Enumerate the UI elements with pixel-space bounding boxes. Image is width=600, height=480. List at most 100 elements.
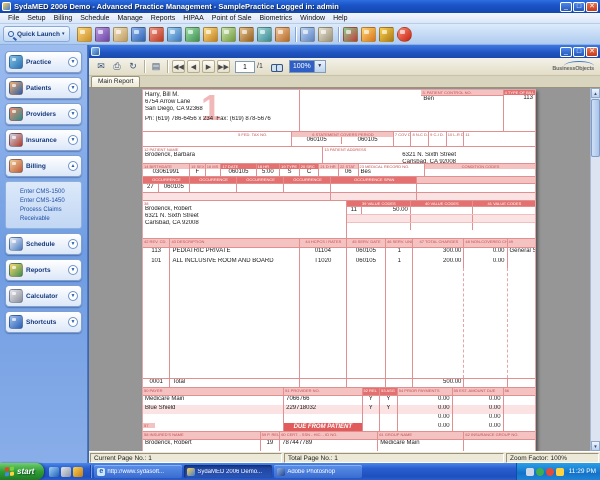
sidebar-item-reports[interactable]: Reports ▼ — [5, 259, 82, 281]
menu-manage[interactable]: Manage — [113, 15, 146, 22]
sidebar-item-patients[interactable]: Patients ▼ — [5, 77, 82, 99]
refresh-icon[interactable]: ↻ — [126, 60, 140, 74]
chevron-up-icon[interactable]: ▲ — [68, 161, 78, 171]
export-icon[interactable]: ✉ — [94, 60, 108, 74]
report-minimize-button[interactable]: _ — [560, 47, 572, 57]
chevron-down-icon[interactable]: ▼ — [68, 265, 78, 275]
sidebar-item-calculator[interactable]: Calculator ▼ — [5, 285, 82, 307]
occurrence-band: OCCURRENCE OCCURRENCE OCCURRENCE OCCURRE… — [143, 177, 535, 184]
task-button-photoshop[interactable]: Adobe Photoshop — [274, 465, 362, 478]
reports-icon[interactable] — [300, 27, 315, 42]
zoom-dropdown-arrow[interactable]: ▼ — [314, 61, 325, 72]
next-page-button[interactable]: ▶ — [202, 60, 215, 73]
quick-launch-show-desktop-icon[interactable] — [61, 467, 71, 477]
sidebar-item-receivable[interactable]: Receivable — [20, 216, 81, 222]
quick-launch-media-icon[interactable] — [73, 467, 83, 477]
close-button[interactable]: ✕ — [586, 2, 598, 12]
sidebar-item-insurance[interactable]: Insurance ▼ — [5, 129, 82, 151]
chevron-down-icon[interactable]: ▼ — [68, 57, 78, 67]
start-button[interactable]: start — [0, 463, 44, 480]
menu-hipaa[interactable]: HIPAA — [179, 15, 208, 22]
scheduler-icon[interactable] — [318, 27, 333, 42]
previous-page-button[interactable]: ◀ — [187, 60, 200, 73]
quick-launch-ie-icon[interactable] — [49, 467, 59, 477]
chevron-down-icon[interactable]: ▼ — [68, 135, 78, 145]
patient-address1: 6321 N. Sixth Street — [323, 152, 535, 159]
chevron-down-icon[interactable]: ▼ — [68, 83, 78, 93]
tab-main-report[interactable]: Main Report — [91, 76, 140, 87]
due-from-patient-band: DUE FROM PATIENT — [284, 423, 362, 431]
menu-setup[interactable]: Setup — [23, 15, 49, 22]
tray-network-icon[interactable] — [546, 468, 554, 476]
patient-name: Broderick, Barbara — [143, 152, 322, 159]
scroll-up-icon[interactable]: ▲ — [591, 88, 600, 98]
calendar-icon[interactable] — [361, 27, 376, 42]
sidebar-item-providers[interactable]: Providers ▼ — [5, 103, 82, 125]
sidebar-item-shortcuts[interactable]: Shortcuts ▼ — [5, 311, 82, 333]
providers-icon[interactable] — [131, 27, 146, 42]
menu-biometrics[interactable]: Biometrics — [255, 15, 296, 22]
birthdate: 03061991 — [143, 169, 189, 176]
statements-icon[interactable] — [257, 27, 272, 42]
page-number-input[interactable]: 1 — [235, 61, 255, 73]
service-total-row: 0001 Total 500.00 — [143, 378, 535, 388]
maximize-button[interactable]: □ — [573, 2, 585, 12]
charts-icon[interactable] — [113, 27, 128, 42]
insurance-icon[interactable] — [149, 27, 164, 42]
menu-point-of-sale[interactable]: Point of Sale — [208, 15, 256, 22]
scroll-down-icon[interactable]: ▼ — [591, 441, 600, 451]
menu-billing[interactable]: Billing — [50, 15, 77, 22]
search-binoculars-icon[interactable] — [271, 61, 283, 73]
group-tree-icon[interactable]: ▤ — [149, 60, 163, 74]
sidebar-item-billing[interactable]: Billing ▲ — [5, 155, 82, 177]
tray-messenger-icon[interactable] — [526, 468, 534, 476]
menu-file[interactable]: File — [4, 15, 23, 22]
cms1500-icon[interactable] — [185, 27, 200, 42]
zoom-combobox[interactable]: 100% ▼ — [289, 60, 326, 73]
first-page-button[interactable]: ◀◀ — [172, 60, 185, 73]
minimize-button[interactable]: _ — [560, 2, 572, 12]
shortcuts-icon — [9, 315, 23, 329]
graphs-icon[interactable] — [343, 27, 358, 42]
sidebar-item-enter-cms-1500[interactable]: Enter CMS-1500 — [20, 189, 81, 195]
quick-launch-button[interactable]: Quick Launch ▾ — [3, 26, 70, 42]
sidebar-item-process-claims[interactable]: Process Claims — [20, 207, 81, 213]
insured-data-row: Broderick, Robert 19 787447789 Medicare … — [143, 440, 535, 451]
scrollbar-thumb[interactable] — [591, 99, 600, 157]
claims-icon[interactable] — [221, 27, 236, 42]
menu-reports[interactable]: Reports — [147, 15, 180, 22]
report-restore-button[interactable]: □ — [573, 47, 585, 57]
practice-icon[interactable] — [77, 27, 92, 42]
help-icon[interactable] — [397, 27, 412, 42]
sidebar-item-enter-cms-1450[interactable]: Enter CMS-1450 — [20, 198, 81, 204]
menu-window[interactable]: Window — [296, 15, 329, 22]
task-button-sydamed[interactable]: SydaMED 2006 Demo... — [184, 465, 272, 478]
menu-schedule[interactable]: Schedule — [76, 15, 113, 22]
security-icon[interactable] — [379, 27, 394, 42]
receivables-icon[interactable] — [239, 27, 254, 42]
tray-antivirus-icon[interactable] — [536, 468, 544, 476]
status-zoom-factor: Zoom Factor: 100% — [506, 453, 599, 463]
referrals-icon[interactable] — [167, 27, 182, 42]
chevron-down-icon[interactable]: ▼ — [68, 317, 78, 327]
task-button-browser[interactable]: e http://www.sydasoft... — [94, 465, 182, 478]
responsible-address2: Carlsbad, CA 92008 — [143, 220, 346, 227]
chevron-down-icon[interactable]: ▼ — [68, 109, 78, 119]
sidebar-item-practice[interactable]: Practice ▼ — [5, 51, 82, 73]
print-icon[interactable]: ⎙ — [110, 60, 124, 74]
sidebar-item-schedule[interactable]: Schedule ▼ — [5, 233, 82, 255]
report-window: _ □ ✕ ✉ ⎙ ↻ ▤ ◀◀ ◀ ▶ ▶▶ 1 /1 100% ▼ Busi… — [88, 45, 600, 463]
vertical-scrollbar[interactable]: ▲ ▼ — [590, 88, 600, 451]
tray-volume-icon[interactable] — [556, 468, 564, 476]
chevron-down-icon[interactable]: ▼ — [68, 239, 78, 249]
chevron-down-icon[interactable]: ▼ — [68, 291, 78, 301]
report-close-button[interactable]: ✕ — [586, 47, 598, 57]
patient-control-value: Ben — [421, 95, 502, 103]
service-row: 101 ALL INCLUSIVE ROOM AND BOARD T1020 0… — [143, 258, 535, 268]
payments-icon[interactable] — [203, 27, 218, 42]
patients-icon[interactable] — [95, 27, 110, 42]
menu-help[interactable]: Help — [329, 15, 351, 22]
pos-icon[interactable] — [275, 27, 290, 42]
provider-name: Harry, Bill M. — [143, 90, 299, 99]
last-page-button[interactable]: ▶▶ — [217, 60, 230, 73]
